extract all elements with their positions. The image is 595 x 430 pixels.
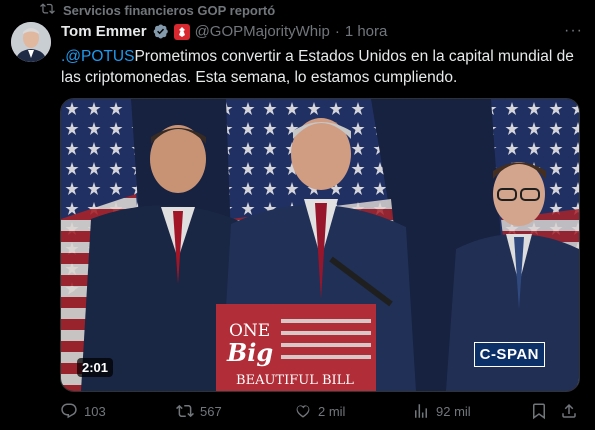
podium-sign-line3: BEAUTIFUL BILL <box>236 373 354 388</box>
repost-icon <box>40 1 55 19</box>
separator-dot: · <box>334 23 340 40</box>
bookmark-button[interactable] <box>530 402 548 420</box>
mention-link[interactable]: .@POTUS <box>61 48 134 65</box>
views-button[interactable]: 92 mil <box>412 402 471 420</box>
more-options-icon[interactable]: ··· <box>564 22 583 40</box>
tweet-header: Tom Emmer @GOPMajorityWhip · 1 hora <box>61 23 387 40</box>
tweet-time[interactable]: 1 hora <box>345 23 388 40</box>
podium-sign-line2: Big <box>227 338 274 367</box>
cspan-watermark: C-SPAN <box>473 342 545 367</box>
gop-affiliation-badge-icon[interactable] <box>173 23 190 40</box>
author-handle[interactable]: @GOPMajorityWhip <box>195 23 330 40</box>
repost-count: 567 <box>200 403 222 419</box>
reply-button[interactable]: 103 <box>60 402 106 420</box>
action-bar: 103 567 2 mil 92 mil <box>60 402 580 422</box>
repost-button[interactable]: 567 <box>176 402 222 420</box>
video-duration: 2:01 <box>77 358 114 377</box>
avatar[interactable] <box>11 22 51 62</box>
video-media[interactable]: ONE Big BEAUTIFUL BILL 2:01 C-SPAN <box>60 98 580 392</box>
reply-count: 103 <box>84 403 106 419</box>
share-button[interactable] <box>560 402 578 420</box>
repost-indicator[interactable]: Servicios financieros GOP reportó <box>40 2 275 18</box>
like-button[interactable]: 2 mil <box>294 402 345 420</box>
retweet-icon <box>176 404 194 418</box>
verified-badge-icon[interactable] <box>152 23 169 40</box>
tweet-text: .@POTUSPrometimos convertir a Estados Un… <box>61 46 581 88</box>
podium-sign: ONE Big BEAUTIFUL BILL <box>221 321 369 391</box>
heart-icon <box>296 405 310 418</box>
repost-label: Servicios financieros GOP reportó <box>63 2 276 18</box>
analytics-icon <box>415 404 427 418</box>
share-icon <box>562 403 576 418</box>
reply-icon <box>61 403 77 419</box>
like-count: 2 mil <box>318 403 346 419</box>
tweet-body: Prometimos convertir a Estados Unidos en… <box>61 48 574 86</box>
views-count: 92 mil <box>436 403 471 419</box>
author-name[interactable]: Tom Emmer <box>61 23 147 40</box>
bookmark-icon <box>533 403 545 420</box>
